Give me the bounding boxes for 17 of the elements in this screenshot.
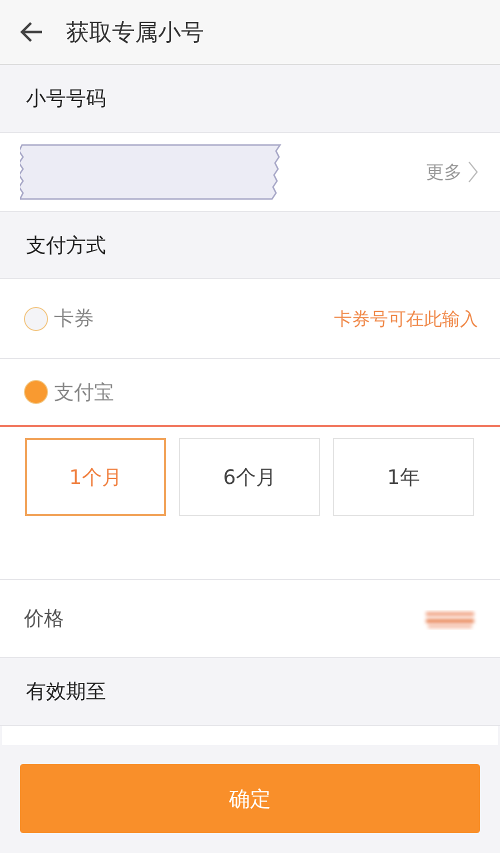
plan-option[interactable]: 1年 — [333, 438, 474, 516]
price-label: 价格 — [24, 605, 64, 632]
page-title: 获取专属小号 — [66, 18, 204, 48]
payment-option-label[interactable]: 支付宝 — [54, 378, 114, 406]
section-title: 小号号码 — [26, 85, 106, 112]
radio-button[interactable] — [24, 380, 48, 404]
payment-option-label[interactable]: 卡券 — [54, 305, 94, 332]
back-icon[interactable] — [20, 21, 44, 43]
more-link[interactable]: 更多 — [426, 160, 462, 184]
chevron-right-icon[interactable] — [468, 161, 478, 183]
plan-option[interactable]: 6个月 — [179, 438, 320, 516]
section-title: 有效期至 — [26, 678, 106, 705]
section-title: 支付方式 — [26, 232, 106, 258]
radio-button[interactable] — [24, 306, 48, 330]
voucher-input-hint[interactable]: 卡券号可在此输入 — [334, 306, 478, 330]
plan-option[interactable]: 1个月 — [25, 438, 166, 516]
confirm-button[interactable]: 确定 — [20, 764, 480, 833]
